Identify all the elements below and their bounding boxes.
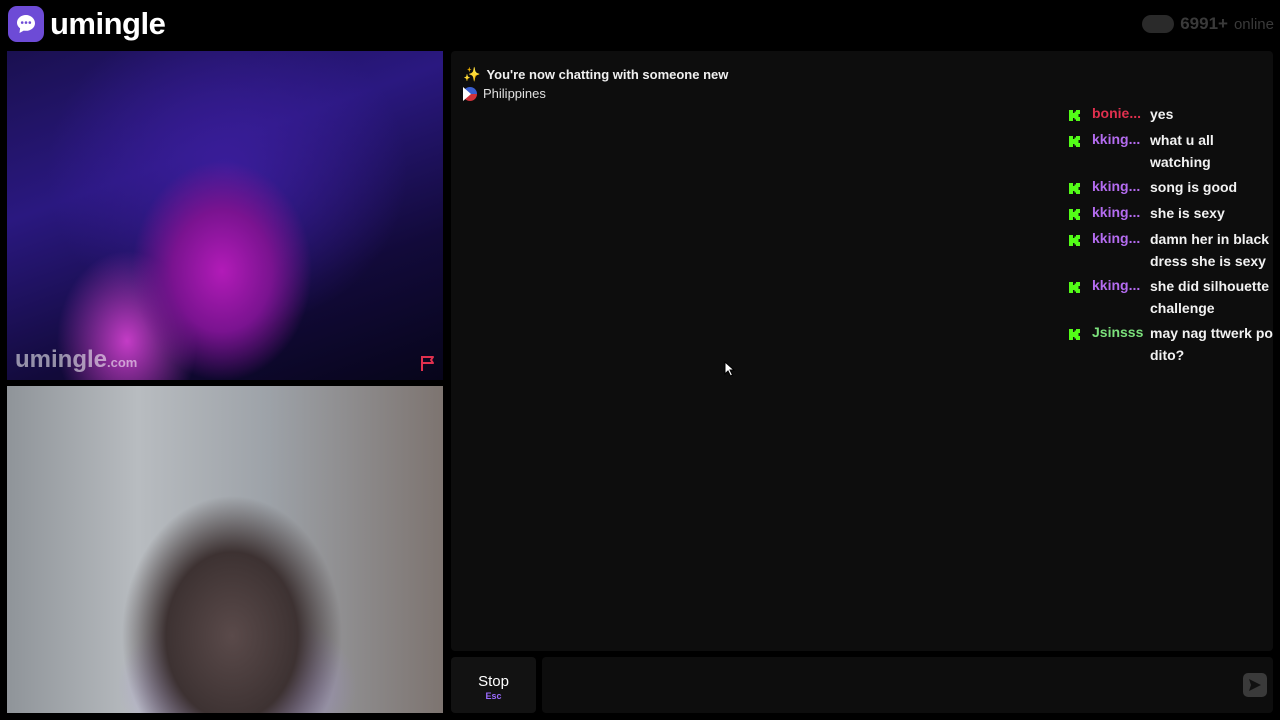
message-user[interactable]: kking... — [1092, 130, 1150, 149]
list-item: kking... what u all watching — [1069, 130, 1275, 173]
message-text: damn her in black dress she is sexy — [1150, 231, 1270, 269]
watermark-suffix: .com — [107, 355, 138, 370]
kick-icon — [1069, 181, 1083, 199]
message-composer — [542, 657, 1273, 713]
message-text: may nag ttwerk po dito? — [1150, 325, 1273, 363]
message-text: she is sexy — [1150, 205, 1225, 221]
message-text: what u all watching — [1150, 132, 1214, 170]
message-text: yes — [1150, 106, 1174, 122]
list-item: kking... damn her in black dress she is … — [1069, 229, 1275, 272]
kick-icon — [1069, 327, 1083, 345]
notice-title: You're now chatting with someone new — [486, 67, 729, 82]
online-count: 6991+ — [1180, 14, 1228, 33]
self-video — [7, 386, 443, 713]
message-user[interactable]: kking... — [1092, 203, 1150, 222]
app-window: umingle 6991+ online umingle.com ✨ You'r… — [0, 0, 1280, 720]
report-flag-icon[interactable] — [419, 354, 437, 372]
message-user[interactable]: kking... — [1092, 177, 1150, 196]
list-item: kking... she did silhouette challenge — [1069, 276, 1275, 319]
header: umingle 6991+ online — [0, 0, 1280, 50]
kick-icon — [1069, 108, 1083, 126]
brand-name: umingle — [50, 6, 166, 41]
logo[interactable]: umingle — [8, 6, 166, 42]
sparkles-icon: ✨ — [463, 66, 481, 82]
chat-notice: ✨ You're now chatting with someone new P… — [463, 65, 728, 103]
chat-bubble-icon — [8, 6, 44, 42]
stop-button[interactable]: Stop Esc — [451, 657, 536, 713]
mouse-cursor-icon — [724, 360, 736, 382]
watermark-main: umingle — [15, 346, 108, 373]
message-user[interactable]: Jsinsss — [1092, 323, 1150, 342]
stranger-video: umingle.com — [7, 51, 443, 380]
online-toggle[interactable] — [1142, 15, 1175, 33]
message-user[interactable]: bonie... — [1092, 104, 1150, 123]
list-item: kking... song is good — [1069, 177, 1275, 199]
message-user[interactable]: kking... — [1092, 276, 1150, 295]
online-indicator: 6991+ online — [1142, 14, 1274, 34]
message-list: bonie... yes kking... what u all watchin… — [1069, 104, 1275, 370]
kick-icon — [1069, 207, 1083, 225]
list-item: bonie... yes — [1069, 104, 1275, 126]
message-text: she did silhouette challenge — [1150, 278, 1270, 316]
stop-label: Stop — [478, 673, 509, 690]
kick-icon — [1069, 134, 1083, 152]
chat-panel: ✨ You're now chatting with someone new P… — [451, 51, 1273, 651]
video-watermark: umingle.com — [15, 346, 137, 374]
message-text: song is good — [1150, 179, 1238, 195]
stop-shortcut-hint: Esc — [485, 691, 502, 701]
message-input[interactable] — [552, 669, 1216, 703]
online-label: online — [1233, 15, 1274, 33]
kick-icon — [1069, 233, 1083, 251]
kick-icon — [1069, 280, 1083, 298]
list-item: Jsinsss may nag ttwerk po dito? — [1069, 323, 1275, 366]
send-icon[interactable] — [1243, 673, 1267, 697]
list-item: kking... she is sexy — [1069, 203, 1275, 225]
philippines-flag-icon — [463, 86, 477, 101]
message-user[interactable]: kking... — [1092, 229, 1150, 248]
notice-country: Philippines — [483, 86, 546, 101]
